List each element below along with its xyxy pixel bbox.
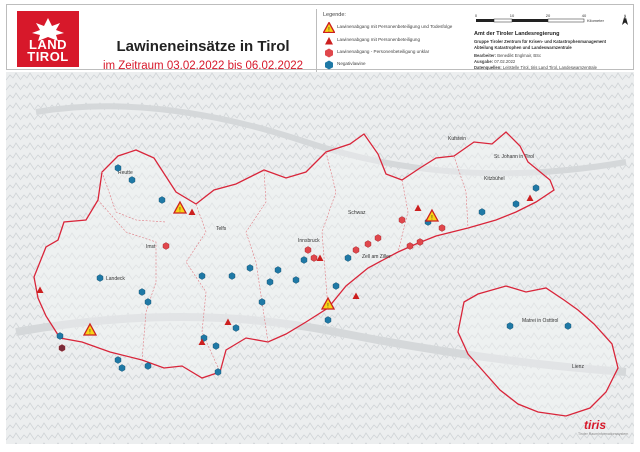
place-zell-am-ziller: Zell am Ziller bbox=[362, 254, 391, 260]
scale-tick-0: 0 bbox=[475, 13, 478, 18]
north-arrow-icon: N bbox=[622, 14, 628, 25]
negative-avalanche-marker bbox=[344, 254, 352, 262]
place-st-johann: St. Johann in Tirol bbox=[494, 154, 534, 160]
tirol-map: Reutte Imst Landeck Innsbruck Schwaz Kuf… bbox=[6, 72, 634, 444]
unclear-avalanche-marker bbox=[416, 238, 424, 246]
unclear-avalanche-marker bbox=[162, 242, 170, 250]
editor-line: Bearbeiter: Benedikt Englmair, BSc bbox=[474, 53, 541, 58]
header: LAND TIROL Lawineneinsätze in Tirol im Z… bbox=[6, 4, 634, 75]
negative-avalanche-marker bbox=[118, 364, 126, 372]
place-schwaz: Schwaz bbox=[348, 210, 366, 216]
date-label: Ausgabe: bbox=[474, 59, 494, 64]
negative-avalanche-marker bbox=[478, 208, 486, 216]
negative-avalanche-marker bbox=[114, 164, 122, 172]
agency-division: Abteilung Katastrophen und Landeswarnzen… bbox=[474, 45, 572, 50]
sources-value: Leitstelle Tirol, tiris Land Tirol, Land… bbox=[502, 65, 597, 70]
date-value: 07.02.2022 bbox=[494, 59, 516, 64]
negative-avalanche-marker bbox=[212, 342, 220, 350]
negative-avalanche-marker bbox=[258, 298, 266, 306]
tiris-logo: tiris bbox=[584, 418, 607, 432]
negative-avalanche-marker bbox=[144, 298, 152, 306]
info-box: 0 10 20 40 Kilometer N Amt der Tiroler L… bbox=[468, 9, 640, 75]
legend-item-unclear: Lawinenabgang - Personenbeteiligung unkl… bbox=[323, 47, 469, 58]
negative-avalanche-marker bbox=[274, 266, 282, 274]
unclear-avalanche-marker bbox=[310, 254, 318, 262]
sources-line: Datenquellen: Leitstelle Tirol, tiris La… bbox=[474, 65, 597, 70]
negative-avalanche-marker bbox=[266, 278, 274, 286]
negative-avalanche-marker bbox=[532, 184, 540, 192]
place-matrei: Matrei in Osttirol bbox=[522, 318, 558, 324]
negative-avalanche-marker bbox=[564, 322, 572, 330]
legend-item-negative: Negativlawine bbox=[323, 59, 469, 70]
negative-avalanche-marker bbox=[292, 276, 300, 284]
agency-group: Gruppe Tiroler Zentrum für Krisen- und K… bbox=[474, 39, 607, 44]
negative-avalanche-marker bbox=[56, 332, 64, 340]
negative-avalanche-marker bbox=[114, 356, 122, 364]
red-triangle-icon bbox=[325, 37, 333, 45]
legend-item-persons: Lawinenabgang mit Personenbeteiligung bbox=[323, 35, 469, 46]
legend: Legende: ! Lawinenabgang mit Personenbet… bbox=[316, 9, 468, 75]
legend-label-persons: Lawinenabgang mit Personenbeteiligung bbox=[337, 37, 421, 42]
unclear-avalanche-marker bbox=[374, 234, 382, 242]
unclear-avalanche-marker bbox=[352, 246, 360, 254]
unclear-avalanche-marker bbox=[304, 246, 312, 254]
unclear-avalanche-marker bbox=[406, 242, 414, 250]
sources-label: Datenquellen: bbox=[474, 65, 502, 70]
place-kufstein: Kufstein bbox=[448, 136, 466, 142]
scale-tick-2: 20 bbox=[546, 13, 551, 18]
negative-avalanche-marker bbox=[300, 256, 308, 264]
negative-avalanche-marker bbox=[232, 324, 240, 332]
negative-avalanche-marker bbox=[198, 272, 206, 280]
map-title: Lawineneinsätze in Tirol bbox=[116, 38, 290, 55]
place-landeck: Landeck bbox=[106, 276, 125, 282]
red-hexagon-icon bbox=[325, 48, 333, 58]
negative-avalanche-marker bbox=[324, 316, 332, 324]
negative-avalanche-marker bbox=[138, 288, 146, 296]
place-imst: Imst bbox=[146, 244, 156, 250]
negative-avalanche-marker bbox=[214, 368, 222, 376]
agency-name: Amt der Tiroler Landesregierung bbox=[474, 31, 560, 37]
legend-label-fatal: Lawinenabgang mit Personenbeteiligung un… bbox=[337, 24, 453, 29]
scale-bar: 0 10 20 40 Kilometer bbox=[475, 13, 605, 23]
negative-avalanche-marker bbox=[144, 362, 152, 370]
scale-tick-1: 10 bbox=[510, 13, 515, 18]
legend-item-fatal: ! Lawinenabgang mit Personenbeteiligung … bbox=[323, 22, 469, 33]
editor-label: Bearbeiter: bbox=[474, 53, 497, 58]
legend-label-negative: Negativlawine bbox=[337, 61, 366, 66]
logo-line2: TIROL bbox=[27, 49, 69, 64]
unclear-avalanche-marker bbox=[398, 216, 406, 224]
warning-triangle-icon: ! bbox=[323, 22, 335, 33]
place-kitzbuehel: Kitzbühel bbox=[484, 176, 505, 182]
place-lienz: Lienz bbox=[572, 364, 584, 370]
negative-avalanche-marker bbox=[96, 274, 104, 282]
negative-avalanche-marker bbox=[228, 272, 236, 280]
logo-text: LAND TIROL bbox=[17, 38, 79, 64]
place-reutte: Reutte bbox=[118, 170, 133, 176]
date-line: Ausgabe: 07.02.2022 bbox=[474, 59, 515, 64]
scale-unit: Kilometer bbox=[587, 18, 605, 23]
legend-title: Legende: bbox=[323, 12, 346, 18]
unclear-avalanche-marker bbox=[58, 344, 66, 352]
unclear-avalanche-marker bbox=[438, 224, 446, 232]
place-innsbruck: Innsbruck bbox=[298, 238, 320, 244]
blue-hexagon-icon bbox=[325, 60, 333, 70]
legend-label-unclear: Lawinenabgang - Personenbeteiligung unkl… bbox=[337, 49, 430, 54]
negative-avalanche-marker bbox=[332, 282, 340, 290]
negative-avalanche-marker bbox=[128, 176, 136, 184]
negative-avalanche-marker bbox=[512, 200, 520, 208]
map-poster: LAND TIROL Lawineneinsätze in Tirol im Z… bbox=[0, 0, 640, 452]
negative-avalanche-marker bbox=[246, 264, 254, 272]
editor-value: Benedikt Englmair, BSc bbox=[497, 53, 542, 58]
place-telfs: Telfs bbox=[216, 226, 227, 232]
negative-avalanche-marker bbox=[158, 196, 166, 204]
tiris-subtitle: Tiroler Rauminformationssystem bbox=[578, 432, 629, 436]
map-subtitle: im Zeitraum 03.02.2022 bis 06.02.2022 bbox=[102, 60, 304, 72]
unclear-avalanche-marker bbox=[364, 240, 372, 248]
negative-avalanche-marker bbox=[506, 322, 514, 330]
land-tirol-logo: LAND TIROL bbox=[17, 11, 79, 67]
